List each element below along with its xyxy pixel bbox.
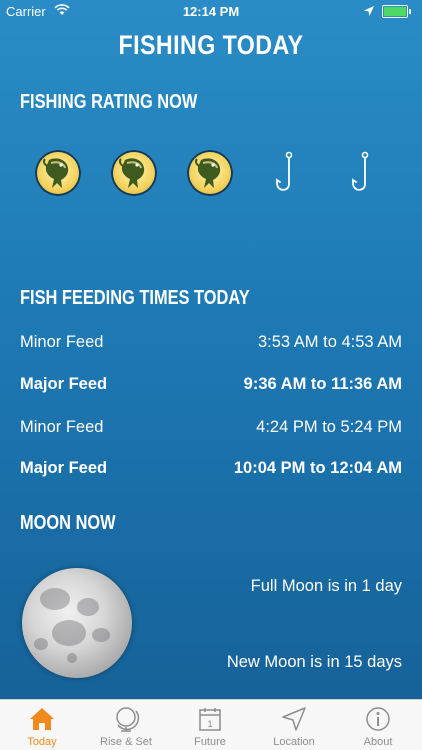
feed-row: Major Feed 9:36 AM to 11:36 AM	[20, 375, 402, 399]
feed-time: 4:24 PM to 5:24 PM	[256, 418, 402, 436]
feed-row: Minor Feed 4:24 PM to 5:24 PM	[20, 418, 402, 442]
feed-label: Major Feed	[20, 459, 108, 477]
tab-rise-set[interactable]: Rise & Set	[84, 700, 168, 750]
rating-fish-icon	[187, 150, 233, 196]
tab-bar: Today Rise & Set 1 Future Location About	[0, 699, 422, 750]
tab-label: Today	[27, 736, 57, 748]
fishing-rating	[0, 148, 422, 198]
rating-fish-icon	[111, 150, 157, 196]
feed-label: Minor Feed	[20, 333, 104, 351]
rating-fish-icon	[35, 150, 81, 196]
tab-location[interactable]: Location	[252, 700, 336, 750]
feed-row: Major Feed 10:04 PM to 12:04 AM	[20, 459, 402, 483]
feeding-heading: FISH FEEDING TIMES TODAY	[20, 287, 250, 309]
full-moon-text: Full Moon is in 1 day	[250, 577, 402, 595]
info-icon	[366, 707, 390, 731]
battery-icon	[382, 5, 411, 18]
rating-heading: FISHING RATING NOW	[20, 91, 198, 113]
moon-image	[22, 568, 132, 678]
status-time: 12:14 PM	[182, 4, 240, 19]
app-screen: Carrier 12:14 PM FISHING TODAY FISHING R…	[0, 0, 422, 750]
tab-label: Rise & Set	[100, 736, 152, 748]
rating-hook-icon	[348, 150, 378, 196]
tab-label: Future	[194, 736, 226, 748]
feed-time: 10:04 PM to 12:04 AM	[233, 459, 402, 477]
tab-future[interactable]: 1 Future	[168, 700, 252, 750]
rating-hook-icon	[272, 150, 302, 196]
tab-today[interactable]: Today	[0, 700, 84, 750]
feed-time: 9:36 AM to 11:36 AM	[243, 375, 402, 393]
location-arrow-icon	[282, 707, 306, 731]
feed-label: Major Feed	[20, 375, 108, 393]
page-title: FISHING TODAY	[118, 30, 304, 60]
status-bar: Carrier 12:14 PM	[0, 0, 422, 22]
svg-text:1: 1	[207, 719, 212, 729]
house-icon	[30, 708, 54, 730]
moon-heading: MOON NOW	[20, 512, 116, 534]
feed-label: Minor Feed	[20, 418, 104, 436]
feed-time: 3:53 AM to 4:53 AM	[257, 333, 402, 351]
tab-label: Location	[273, 736, 315, 748]
globe-icon	[116, 707, 140, 732]
new-moon-text: New Moon is in 15 days	[226, 653, 402, 671]
tab-label: About	[363, 736, 393, 748]
feed-row: Minor Feed 3:53 AM to 4:53 AM	[20, 333, 402, 357]
calendar-icon: 1	[199, 708, 221, 731]
tab-about[interactable]: About	[336, 700, 420, 750]
location-services-icon	[364, 4, 374, 19]
